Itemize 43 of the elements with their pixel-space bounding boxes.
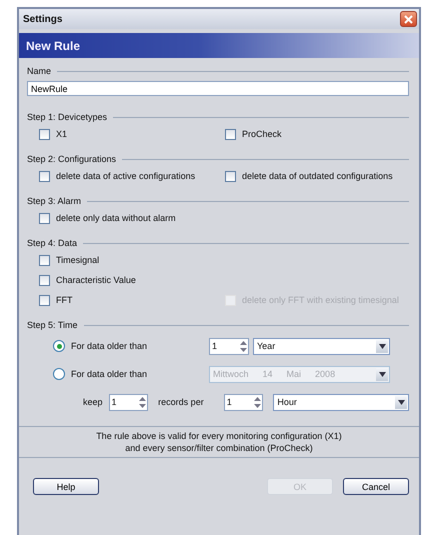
section-label: Step 5: Time [27,320,78,330]
checkbox[interactable] [39,274,50,286]
header-title: New Rule [26,38,80,52]
close-icon[interactable] [400,11,417,27]
checkbox[interactable] [39,294,50,306]
amount-spinbox[interactable]: 1 [224,394,264,410]
dialog-button[interactable]: Help [33,478,99,495]
info-text: The rule above is valid for every monitoring configuration (X1) [96,431,342,441]
unit-dropdown[interactable]: Hour [273,394,410,410]
checkbox[interactable] [39,254,50,266]
dialog-button[interactable]: Cancel [343,478,409,495]
checkbox-label: Characteristic Value [56,275,136,285]
checkbox[interactable] [39,212,50,224]
amount-spinbox[interactable]: 1 [209,338,249,354]
section-label: Step 2: Configurations [27,154,116,164]
checkbox-label: delete data of outdated configurations [242,171,393,181]
spinner-icon[interactable] [253,396,262,408]
name-field[interactable]: NewRule [27,81,409,96]
radio-label: For data older than [71,341,148,351]
section-label: Step 3: Alarm [27,196,82,206]
checkbox[interactable] [39,128,50,140]
spinner-icon[interactable] [239,340,248,352]
radio-button[interactable] [53,340,65,352]
checkbox-label: Timesignal [56,255,100,265]
window-title: Settings [23,14,62,24]
checkbox-label: delete only data without alarm [56,213,176,223]
records-per-label: records per [158,397,204,407]
section-label: Step 1: Devicetypes [27,112,108,122]
count-spinbox[interactable]: 1 [108,394,148,410]
spinner-icon[interactable] [138,396,148,408]
checkbox-label: delete data of active configurations [56,171,196,181]
section-label: Step 4: Data [27,238,78,248]
checkbox[interactable] [225,128,236,140]
unit-dropdown[interactable]: Year [253,338,390,354]
checkbox[interactable] [225,170,236,182]
radio-label: For data older than [71,369,148,379]
info-text: and every sensor/filter combination (ProCheck) [125,443,313,453]
checkbox-label: FFT [56,295,72,305]
section-label: Name [27,66,52,76]
checkbox-label: X1 [56,129,68,139]
keep-label: keep [83,397,103,407]
checkbox[interactable] [39,170,50,182]
checkbox-label: ProCheck [242,129,282,139]
